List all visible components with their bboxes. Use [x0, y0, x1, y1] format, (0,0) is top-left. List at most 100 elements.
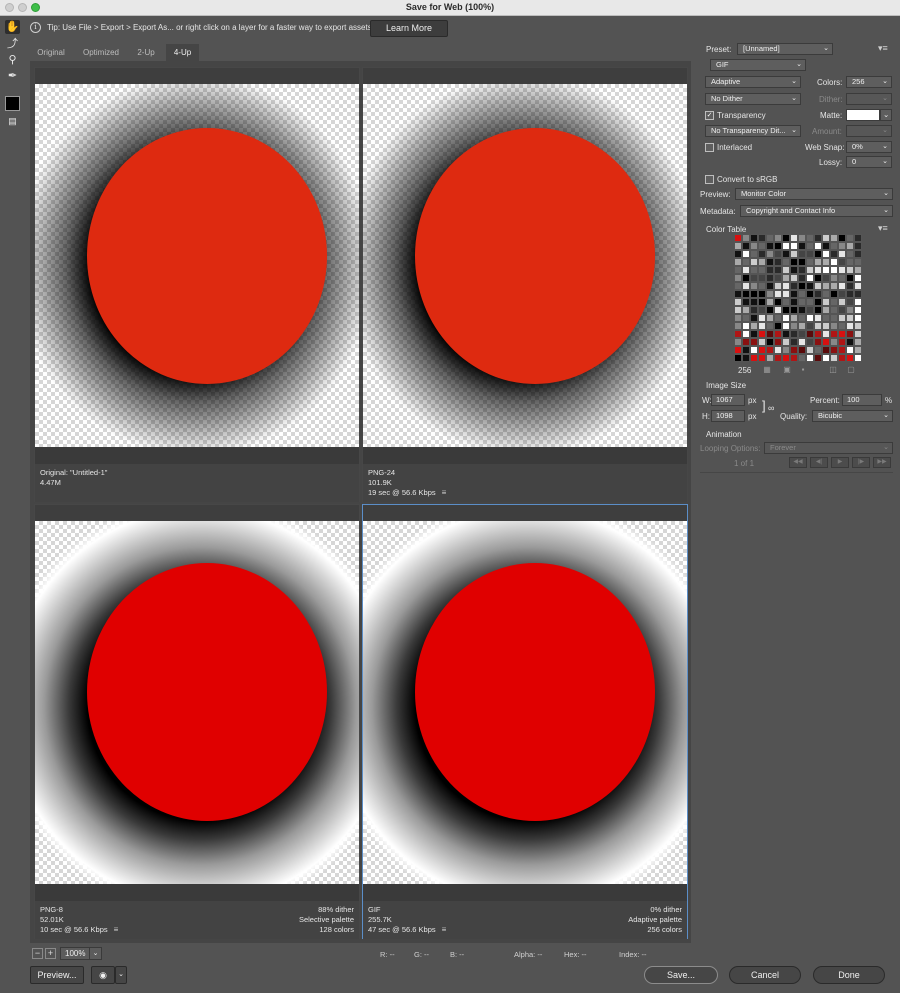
color-swatch[interactable]: [774, 338, 782, 346]
color-swatch[interactable]: [782, 242, 790, 250]
color-swatch[interactable]: [758, 250, 766, 258]
color-swatch[interactable]: [758, 242, 766, 250]
color-swatch[interactable]: [782, 274, 790, 282]
color-swatch[interactable]: [766, 282, 774, 290]
color-swatch[interactable]: [806, 266, 814, 274]
next-frame-button[interactable]: |▶: [852, 457, 870, 468]
color-swatch[interactable]: [806, 258, 814, 266]
color-swatch[interactable]: [798, 282, 806, 290]
color-swatch[interactable]: [734, 306, 742, 314]
preview-color-select[interactable]: Monitor Color ⌄: [735, 188, 893, 200]
color-swatch[interactable]: [830, 330, 838, 338]
color-swatch[interactable]: [846, 250, 854, 258]
color-swatch[interactable]: [782, 290, 790, 298]
eyedropper-icon[interactable]: ✒: [5, 69, 20, 83]
color-swatch[interactable]: [830, 258, 838, 266]
color-swatch[interactable]: [766, 234, 774, 242]
lock-icon[interactable]: ▪: [798, 365, 808, 375]
color-swatch[interactable]: [854, 306, 862, 314]
color-swatch[interactable]: [782, 250, 790, 258]
color-swatch[interactable]: [846, 314, 854, 322]
color-swatch[interactable]: [822, 242, 830, 250]
color-swatch[interactable]: [822, 322, 830, 330]
color-swatch[interactable]: [774, 250, 782, 258]
color-swatch[interactable]: [854, 330, 862, 338]
color-swatch[interactable]: [758, 354, 766, 362]
color-swatch[interactable]: [766, 290, 774, 298]
color-swatch[interactable]: [830, 290, 838, 298]
preset-select[interactable]: [Unnamed] ⌄: [737, 43, 833, 55]
color-swatch[interactable]: [830, 346, 838, 354]
color-swatch[interactable]: [830, 266, 838, 274]
color-swatch[interactable]: [774, 290, 782, 298]
color-swatch[interactable]: [798, 338, 806, 346]
color-swatch[interactable]: [782, 346, 790, 354]
color-swatch[interactable]: [774, 274, 782, 282]
optimize-menu-icon[interactable]: ▾≡: [878, 43, 888, 54]
color-swatch[interactable]: [830, 354, 838, 362]
color-swatch[interactable]: [854, 346, 862, 354]
color-swatch[interactable]: [734, 338, 742, 346]
color-swatch[interactable]: [854, 298, 862, 306]
dither-amount-field[interactable]: ⌄: [846, 93, 892, 105]
color-swatch[interactable]: [798, 330, 806, 338]
color-swatch[interactable]: [790, 258, 798, 266]
color-swatch[interactable]: [790, 274, 798, 282]
color-swatch[interactable]: [750, 242, 758, 250]
matte-select[interactable]: ⌄: [880, 109, 892, 121]
color-swatch[interactable]: [838, 354, 846, 362]
color-swatch[interactable]: [742, 258, 750, 266]
color-swatch[interactable]: [838, 306, 846, 314]
color-swatch[interactable]: [766, 330, 774, 338]
color-swatch[interactable]: [814, 250, 822, 258]
color-swatch[interactable]: [766, 250, 774, 258]
color-swatch[interactable]: [734, 298, 742, 306]
cancel-button[interactable]: Cancel: [729, 966, 801, 984]
color-swatch[interactable]: [814, 338, 822, 346]
color-swatch[interactable]: [782, 338, 790, 346]
zoom-level-select[interactable]: 100% ⌄: [60, 947, 102, 960]
play-button[interactable]: ▶: [831, 457, 849, 468]
link-icon[interactable]: ∞: [768, 403, 774, 413]
preview-pane-png8[interactable]: PNG-8 52.01K 10 sec @ 56.6 Kbps ≡ 88% dit…: [34, 504, 360, 939]
color-swatch[interactable]: [766, 266, 774, 274]
looping-select[interactable]: Forever ⌄: [764, 442, 893, 454]
trash-icon[interactable]: ▢: [846, 365, 856, 375]
zoom-in-button[interactable]: +: [45, 948, 56, 959]
color-swatch[interactable]: [798, 234, 806, 242]
color-swatch[interactable]: [774, 330, 782, 338]
color-swatch[interactable]: [798, 266, 806, 274]
color-swatch[interactable]: [830, 234, 838, 242]
color-swatch[interactable]: [814, 298, 822, 306]
color-swatch[interactable]: [822, 338, 830, 346]
color-swatch[interactable]: [766, 338, 774, 346]
color-swatch[interactable]: [854, 290, 862, 298]
color-swatch[interactable]: [798, 290, 806, 298]
browser-select-button[interactable]: ⌄: [115, 966, 127, 984]
color-swatch[interactable]: [814, 242, 822, 250]
color-swatch[interactable]: [774, 354, 782, 362]
color-swatch[interactable]: [806, 322, 814, 330]
color-swatch[interactable]: [790, 330, 798, 338]
zoom-icon[interactable]: ⚲: [5, 53, 20, 67]
color-swatch[interactable]: [750, 346, 758, 354]
color-swatch[interactable]: [814, 330, 822, 338]
color-swatch[interactable]: [790, 346, 798, 354]
color-swatch[interactable]: [830, 322, 838, 330]
color-swatch[interactable]: [750, 330, 758, 338]
color-swatch[interactable]: [774, 314, 782, 322]
color-swatch[interactable]: [822, 250, 830, 258]
color-swatch[interactable]: [806, 330, 814, 338]
color-table-menu-icon[interactable]: ▾≡: [878, 223, 888, 234]
color-swatch[interactable]: [846, 266, 854, 274]
color-swatch[interactable]: [846, 298, 854, 306]
color-swatch[interactable]: [838, 322, 846, 330]
color-swatch[interactable]: [774, 242, 782, 250]
color-swatch[interactable]: [806, 290, 814, 298]
color-swatch[interactable]: [814, 274, 822, 282]
color-swatch[interactable]: [734, 258, 742, 266]
color-swatch[interactable]: [734, 274, 742, 282]
color-swatch[interactable]: [790, 266, 798, 274]
color-swatch[interactable]: [798, 298, 806, 306]
color-swatch[interactable]: [774, 322, 782, 330]
